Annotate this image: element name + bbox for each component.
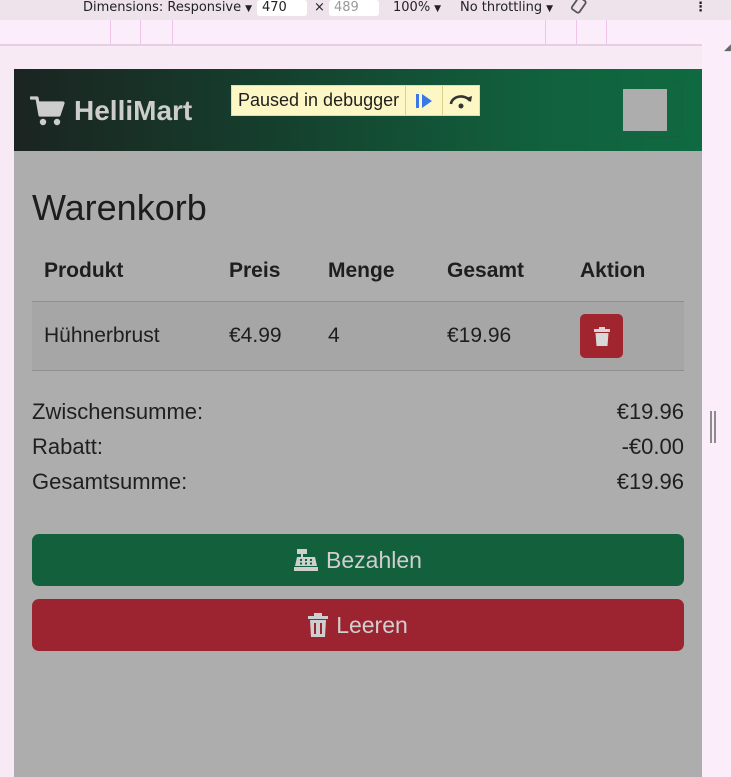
- resume-icon: [416, 93, 433, 108]
- times-sign: ×: [314, 0, 325, 15]
- column-header-action: Aktion: [568, 241, 684, 302]
- dimensions-dropdown[interactable]: Dimensions: Responsive ▼: [83, 0, 252, 17]
- page-viewport: HelliMart Paused in debugger Warenkorb P…: [14, 69, 702, 777]
- shopping-cart-icon: [30, 96, 65, 126]
- corner-resize-icon[interactable]: ◢: [724, 43, 731, 52]
- step-over-button[interactable]: [442, 86, 479, 115]
- brand-link[interactable]: HelliMart: [30, 91, 192, 131]
- rotate-icon[interactable]: [570, 0, 590, 21]
- throttling-label: No throttling: [460, 0, 543, 15]
- resume-button[interactable]: [405, 86, 442, 115]
- media-query-ruler: [0, 20, 731, 46]
- discount-value: -€0.00: [621, 434, 684, 459]
- trash-icon: [308, 613, 329, 637]
- zoom-label: 100%: [393, 0, 431, 15]
- checkout-button[interactable]: Bezahlen: [32, 534, 684, 586]
- cell-total: €19.96: [435, 301, 568, 371]
- grand-total-row: Gesamtsumme: €19.96: [32, 464, 684, 499]
- grand-total-label: Gesamtsumme:: [32, 469, 188, 494]
- more-options-icon[interactable]: ⋮: [694, 0, 707, 16]
- brand-name: HelliMart: [74, 95, 193, 126]
- subtotal-value: €19.96: [616, 399, 684, 424]
- subtotal-row: Zwischensumme: €19.96: [32, 394, 684, 429]
- devtools-side-strip: [702, 44, 731, 777]
- zoom-dropdown[interactable]: 100% ▼: [393, 0, 441, 17]
- cart-table: Produkt Preis Menge Gesamt Aktion Hühner…: [32, 241, 684, 371]
- width-input[interactable]: 470: [257, 0, 307, 16]
- cell-action: [568, 301, 684, 371]
- clear-cart-label: Leeren: [336, 611, 408, 638]
- column-header-product: Produkt: [32, 241, 217, 302]
- menu-icon: [623, 89, 667, 131]
- grand-total-value: €19.96: [616, 469, 684, 494]
- resize-handle[interactable]: [710, 411, 716, 443]
- column-header-total: Gesamt: [435, 241, 568, 302]
- cell-quantity: 4: [316, 301, 435, 371]
- step-over-icon: [449, 94, 473, 108]
- column-header-quantity: Menge: [316, 241, 435, 302]
- checkout-label: Bezahlen: [326, 546, 422, 573]
- column-header-price: Preis: [217, 241, 316, 302]
- subtotal-label: Zwischensumme:: [32, 399, 204, 424]
- navbar-toggler-button[interactable]: [603, 81, 683, 137]
- chevron-down-icon: ▼: [434, 4, 442, 14]
- table-header-row: Produkt Preis Menge Gesamt Aktion: [32, 241, 684, 302]
- dimensions-label: Dimensions: Responsive: [83, 0, 242, 15]
- trash-icon: [593, 326, 610, 346]
- chevron-down-icon: ▼: [546, 4, 553, 14]
- cell-price: €4.99: [217, 301, 316, 371]
- cell-product: Hühnerbrust: [32, 301, 217, 371]
- devtools-device-toolbar: Dimensions: Responsive ▼ 470 × 489 100% ▼ …: [0, 0, 731, 20]
- paused-in-debugger-overlay: Paused in debugger: [231, 85, 481, 116]
- remove-item-button[interactable]: [580, 314, 623, 358]
- debugger-label: Paused in debugger: [238, 90, 400, 110]
- clear-cart-button[interactable]: Leeren: [32, 599, 684, 651]
- page-title: Warenkorb: [32, 187, 207, 228]
- navbar: HelliMart Paused in debugger: [14, 69, 702, 151]
- cash-register-icon: [294, 549, 319, 571]
- height-input[interactable]: 489: [329, 0, 379, 16]
- discount-row: Rabatt: -€0.00: [32, 429, 684, 464]
- chevron-down-icon: ▼: [245, 4, 253, 14]
- cart-summary: Zwischensumme: €19.96 Rabatt: -€0.00 Ges…: [32, 394, 684, 499]
- throttling-dropdown[interactable]: No throttling ▼: [460, 0, 553, 17]
- discount-label: Rabatt:: [32, 434, 103, 459]
- table-row: Hühnerbrust €4.99 4 €19.96: [32, 301, 684, 371]
